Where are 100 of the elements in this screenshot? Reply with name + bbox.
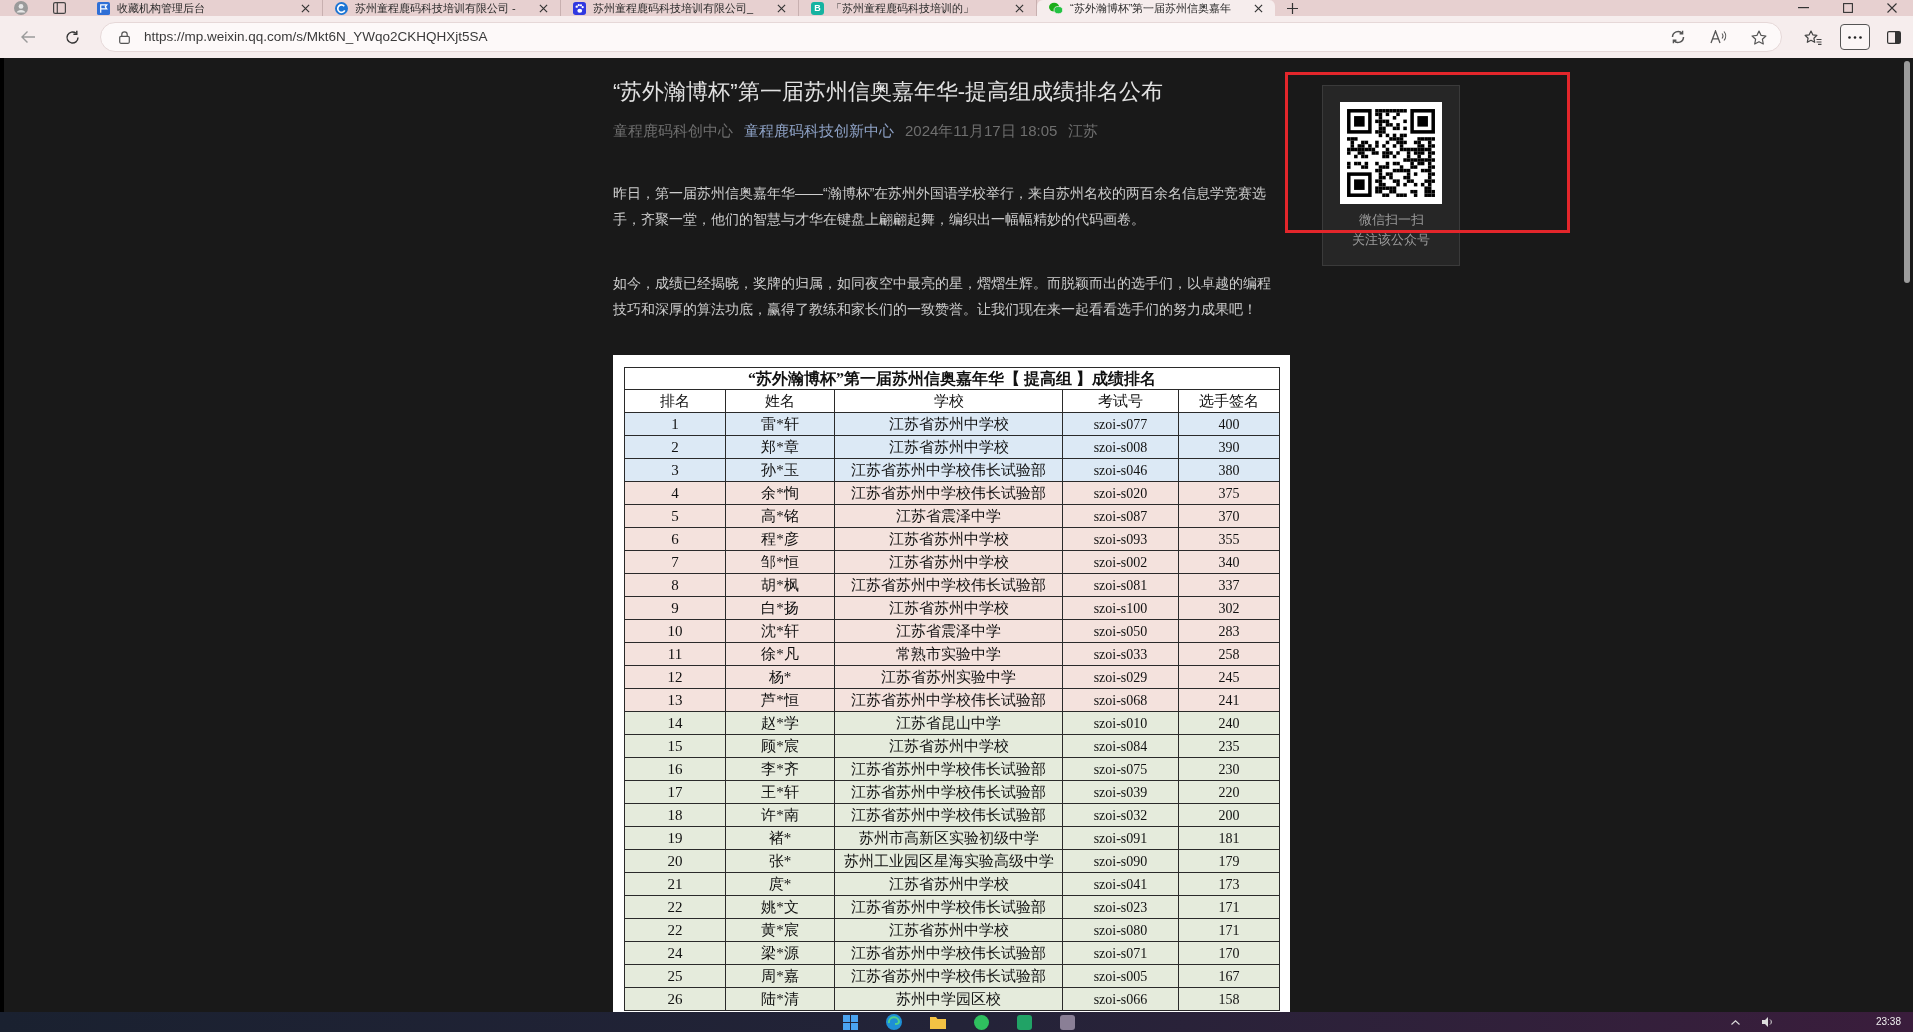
table-cell: 白*扬 (725, 596, 835, 620)
table-cell: 370 (1178, 504, 1280, 528)
table-cell: 苏州市高新区实验初级中学 (834, 826, 1063, 850)
table-cell: 陆*清 (725, 987, 835, 1011)
table-cell: szoi-s033 (1062, 642, 1179, 666)
table-cell: 245 (1178, 665, 1280, 689)
table-cell: szoi-s039 (1062, 780, 1179, 804)
table-cell: 173 (1178, 872, 1280, 896)
account-name: 童程鹿码科创中心 (613, 121, 733, 141)
close-icon[interactable] (777, 3, 786, 13)
lock-icon (119, 30, 130, 44)
author-link[interactable]: 童程鹿码科技创新中心 (744, 121, 894, 141)
folder-icon[interactable] (930, 1015, 946, 1029)
new-tab-icon[interactable] (1287, 2, 1298, 14)
column-header: 考试号 (1062, 389, 1179, 413)
table-cell: 355 (1178, 527, 1280, 551)
table-cell: 江苏省苏州中学校 (834, 550, 1063, 574)
app-tile-icon[interactable] (1060, 1014, 1075, 1030)
table-cell: 26 (624, 987, 726, 1011)
table-cell: szoi-s010 (1062, 711, 1179, 735)
table-cell: szoi-s068 (1062, 688, 1179, 712)
swirl-logo-icon (335, 1, 348, 15)
clock-time[interactable]: 23:38 (1875, 1016, 1901, 1028)
chevron-up-icon[interactable] (1730, 1019, 1740, 1025)
minimize-icon[interactable] (1798, 7, 1809, 9)
close-icon[interactable] (1887, 3, 1897, 13)
table-cell: 380 (1178, 458, 1280, 482)
table-cell: szoi-s050 (1062, 619, 1179, 643)
table-cell: 235 (1178, 734, 1280, 758)
table-cell: 顾*宸 (725, 734, 835, 758)
app-square-icon[interactable] (1017, 1014, 1032, 1030)
table-cell: szoi-s084 (1062, 734, 1179, 758)
table-cell: 张* (725, 849, 835, 873)
more-icon (1848, 35, 1862, 39)
windows-logo-icon[interactable] (843, 1014, 858, 1030)
circular-arrows-icon[interactable] (1670, 29, 1686, 45)
address-bar[interactable]: https://mp.weixin.qq.com/s/Mkt6N_YWqo2CKHQHXjt5SA (100, 22, 1782, 52)
table-cell: 黄*宸 (725, 918, 835, 942)
table-cell: 11 (624, 642, 726, 666)
close-icon[interactable] (1254, 3, 1263, 13)
tab-title: 收藏机构管理后台 (117, 1, 206, 16)
table-cell: 9 (624, 596, 726, 620)
qr-code-icon (1340, 102, 1442, 204)
table-cell: 171 (1178, 918, 1280, 942)
back-arrow-icon (20, 30, 36, 44)
table-cell: 江苏省苏州中学校 (834, 435, 1063, 459)
close-icon[interactable] (1015, 3, 1024, 13)
table-cell: 6 (624, 527, 726, 551)
table-cell: 167 (1178, 964, 1280, 988)
table-cell: 江苏省苏州中学校伟长试验部 (834, 688, 1063, 712)
table-cell: szoi-s002 (1062, 550, 1179, 574)
table-cell: 230 (1178, 757, 1280, 781)
table-cell: 江苏省苏州中学校伟长试验部 (834, 941, 1063, 965)
table-cell: 14 (624, 711, 726, 735)
table-cell: 江苏省苏州中学校伟长试验部 (834, 964, 1063, 988)
speaker-icon[interactable] (1761, 1017, 1774, 1027)
table-cell: 孙*玉 (725, 458, 835, 482)
table-cell: 李*齐 (725, 757, 835, 781)
table-cell: szoi-s093 (1062, 527, 1179, 551)
column-header: 排名 (624, 389, 726, 413)
table-cell: 江苏省苏州中学校伟长试验部 (834, 780, 1063, 804)
table-cell: 7 (624, 550, 726, 574)
table-cell: szoi-s066 (1062, 987, 1179, 1011)
table-cell: 22 (624, 918, 726, 942)
read-aloud-icon[interactable] (1710, 30, 1727, 44)
table-cell: 16 (624, 757, 726, 781)
table-cell: 18 (624, 803, 726, 827)
table-cell: 21 (624, 872, 726, 896)
table-cell: 17 (624, 780, 726, 804)
close-icon[interactable] (301, 3, 310, 13)
table-cell: 梁*源 (725, 941, 835, 965)
more-button[interactable] (1840, 24, 1870, 50)
qr-caption: 关注该公众号 (1352, 231, 1430, 249)
table-cell: 沈*轩 (725, 619, 835, 643)
table-cell: 常熟市实验中学 (834, 642, 1063, 666)
browser-tab[interactable]: “苏外瀚博杯”第一届苏州信奥嘉年 (1037, 0, 1275, 16)
close-icon[interactable] (539, 3, 548, 13)
scrollbar-thumb[interactable] (1904, 61, 1910, 283)
column-header: 学校 (834, 389, 1063, 413)
maximize-icon[interactable] (1843, 3, 1853, 13)
table-cell: 340 (1178, 550, 1280, 574)
tab-actions-icon[interactable] (53, 2, 66, 14)
table-cell: 江苏省苏州中学校伟长试验部 (834, 803, 1063, 827)
table-cell: 181 (1178, 826, 1280, 850)
table-cell: szoi-s081 (1062, 573, 1179, 597)
table-cell: 许*南 (725, 803, 835, 827)
table-cell: 8 (624, 573, 726, 597)
table-cell: szoi-s046 (1062, 458, 1179, 482)
qr-caption: 微信扫一扫 (1358, 211, 1424, 229)
paw-icon (573, 1, 586, 15)
favorites-icon[interactable] (1804, 29, 1822, 45)
table-cell: 337 (1178, 573, 1280, 597)
app-circle-icon[interactable] (974, 1014, 989, 1030)
table-cell: 庹* (725, 872, 835, 896)
favorite-star-icon[interactable] (1751, 29, 1767, 45)
table-cell: 姚*文 (725, 895, 835, 919)
refresh-icon (64, 29, 80, 45)
browser-app-icon[interactable] (886, 1014, 902, 1030)
table-cell: 江苏省昆山中学 (834, 711, 1063, 735)
sidebar-icon[interactable] (1887, 30, 1901, 44)
